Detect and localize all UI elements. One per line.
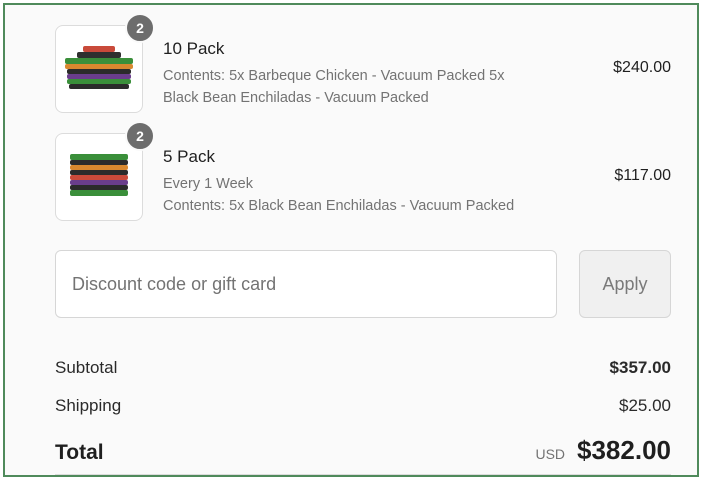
currency-code: USD: [535, 446, 566, 462]
quantity-badge: 2: [125, 121, 155, 151]
cart-items-list: 2 10 Pack Contents: 5x Barbeque Chicken …: [55, 13, 671, 241]
item-detail: Every 1 Week: [163, 176, 253, 192]
subtotal-label: Subtotal: [55, 358, 118, 377]
subtotal-row: Subtotal $357.00: [55, 349, 671, 387]
cart-item: 2 5 Pack Every 1 Week Contents: 5x Black…: [55, 121, 671, 241]
subtotal-value: $357.00: [609, 358, 671, 377]
cart-item: 2 10 Pack Contents: 5x Barbeque Chicken …: [55, 13, 671, 133]
quantity-badge: 2: [125, 13, 155, 43]
discount-row: Apply: [55, 250, 671, 318]
apply-button[interactable]: Apply: [579, 250, 671, 318]
item-detail: Contents: 5x Barbeque Chicken - Vacuum P…: [163, 68, 505, 84]
total-label: Total: [55, 441, 104, 464]
discount-code-input[interactable]: [55, 250, 557, 318]
price-summary: Subtotal $357.00 Shipping $25.00 Total U…: [55, 349, 671, 475]
total-row: Total USD $382.00: [55, 435, 671, 475]
item-name: 5 Pack: [163, 147, 215, 166]
item-detail: Black Bean Enchiladas - Vacuum Packed: [163, 90, 429, 106]
item-info: 5 Pack Every 1 Week Contents: 5x Black B…: [163, 147, 563, 217]
shipping-label: Shipping: [55, 396, 122, 415]
meal-packs-icon: [70, 154, 128, 196]
item-detail: Contents: 5x Black Bean Enchiladas - Vac…: [163, 198, 515, 214]
product-thumbnail: 2: [55, 121, 155, 223]
shipping-row: Shipping $25.00: [55, 387, 671, 425]
total-amount-group: USD $382.00: [535, 435, 671, 466]
item-info: 10 Pack Contents: 5x Barbeque Chicken - …: [163, 39, 563, 109]
order-summary-panel: 2 10 Pack Contents: 5x Barbeque Chicken …: [3, 3, 699, 477]
meal-packs-icon: [65, 46, 133, 89]
item-price: $240.00: [613, 59, 671, 76]
total-value: $382.00: [577, 435, 671, 465]
product-thumbnail: 2: [55, 13, 155, 115]
item-price: $117.00: [614, 167, 671, 184]
item-name: 10 Pack: [163, 39, 225, 58]
shipping-value: $25.00: [619, 396, 671, 415]
